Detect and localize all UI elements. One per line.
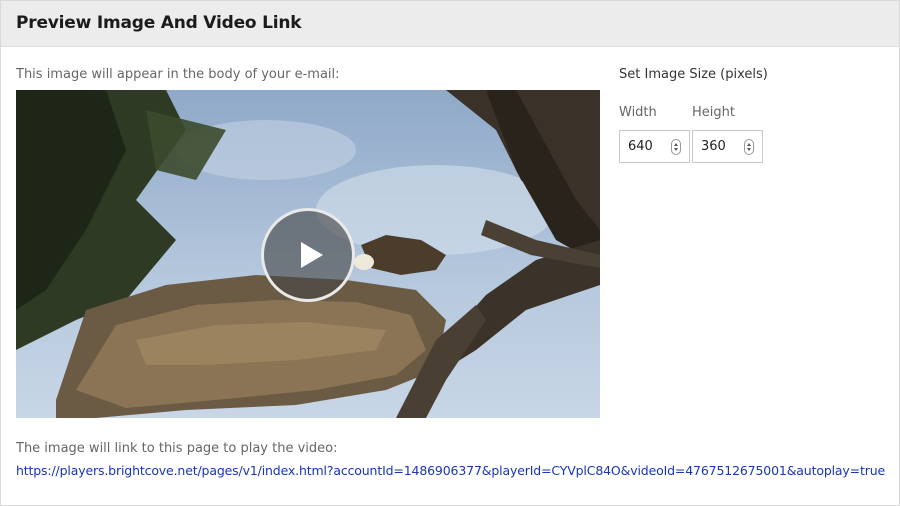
width-stepper[interactable] <box>671 139 681 155</box>
width-input[interactable]: 640 <box>619 130 690 163</box>
preview-dialog: Preview Image And Video Link This image … <box>0 0 900 506</box>
video-thumbnail <box>16 90 600 418</box>
image-size-title: Set Image Size (pixels) <box>619 67 768 82</box>
width-label: Width <box>619 105 657 120</box>
dialog-header: Preview Image And Video Link <box>1 1 899 47</box>
play-button[interactable] <box>261 208 355 302</box>
chevron-up-icon <box>747 143 751 146</box>
height-value: 360 <box>701 139 726 154</box>
width-value: 640 <box>628 139 653 154</box>
height-stepper[interactable] <box>744 139 754 155</box>
height-input[interactable]: 360 <box>692 130 763 163</box>
play-icon <box>301 242 323 268</box>
dialog-title: Preview Image And Video Link <box>16 13 302 33</box>
chevron-down-icon <box>674 148 678 151</box>
video-page-link[interactable]: https://players.brightcove.net/pages/v1/… <box>16 463 885 478</box>
height-label: Height <box>692 105 735 120</box>
preview-caption: This image will appear in the body of yo… <box>16 67 340 82</box>
link-caption: The image will link to this page to play… <box>16 441 338 456</box>
chevron-up-icon <box>674 143 678 146</box>
chevron-down-icon <box>747 148 751 151</box>
